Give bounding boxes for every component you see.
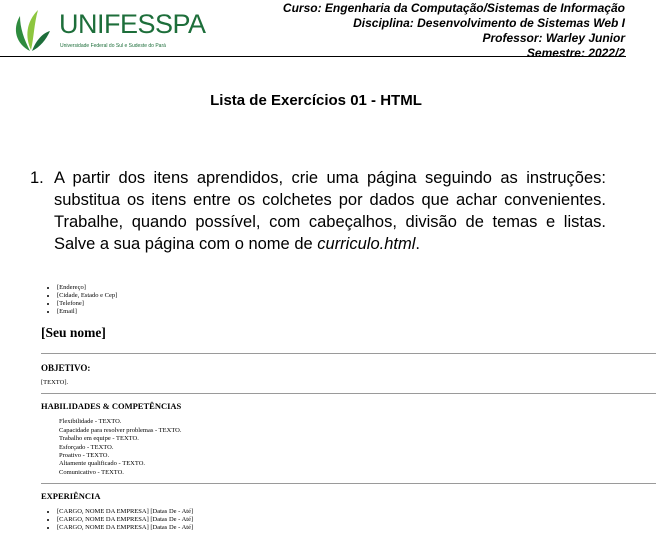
professor-line: Professor: Warley Junior (482, 31, 626, 45)
skills-title: HABILIDADES & COMPETÊNCIAS (41, 401, 182, 412)
experience-item: [CARGO, NOME DA EMPRESA] [Datas De - Até… (57, 516, 661, 524)
contact-city: [Cidade, Estado e Cep] (57, 292, 661, 300)
skill-item: Flexibilidade - TEXTO. (59, 418, 122, 426)
divider (41, 393, 656, 395)
divider (41, 483, 656, 485)
objective-text: [TEXTO]. (41, 379, 69, 386)
skill-item: Altamente qualificado - TEXTO. (59, 460, 146, 468)
course-info: Curso: Engenharia da Computação/Sistemas… (283, 1, 625, 61)
logo-text: UNIFESSPA (59, 9, 206, 39)
header-divider (0, 56, 626, 57)
semester-line: Semestre: 2022/2 (526, 46, 625, 60)
contact-email: [Email] (57, 308, 661, 316)
skill-item: Esforçado - TEXTO. (59, 443, 114, 451)
resume-example: [Endereço] [Cidade, Estado e Cep] [Telef… (41, 284, 661, 532)
question-text: A partir dos itens aprendidos, crie uma … (54, 167, 606, 255)
skill-item: Capacidade para resolver problemas - TEX… (59, 426, 182, 434)
discipline-line: Disciplina: Desenvolvimento de Sistemas … (353, 16, 625, 30)
contact-phone: [Telefone] (57, 300, 661, 308)
experience-item: [CARGO, NOME DA EMPRESA] [Datas De - Até… (57, 524, 661, 532)
divider (41, 353, 656, 354)
unifesspa-logo: UNIFESSPA Universidade Federal do Sul e … (12, 4, 206, 54)
objective-title: OBJETIVO: (41, 363, 91, 373)
logo-leaves-icon (15, 10, 50, 51)
resume-name: [Seu nome] (41, 325, 106, 340)
course-line: Curso: Engenharia da Computação/Sistemas… (282, 1, 625, 15)
contact-list: [Endereço] [Cidade, Estado e Cep] [Telef… (41, 284, 661, 316)
contact-address: [Endereço] (57, 284, 661, 292)
question-1: 1. A partir dos itens aprendidos, crie u… (30, 167, 606, 255)
skill-item: Comunicativo - TEXTO. (59, 468, 124, 476)
question-filename: curriculo.html (317, 235, 416, 253)
skills-list: Flexibilidade - TEXTO. Capacidade para r… (59, 418, 661, 477)
experience-list: [CARGO, NOME DA EMPRESA] [Datas De - Até… (41, 508, 661, 532)
experience-title: EXPERIÊNCIA (41, 491, 101, 502)
question-end: . (415, 235, 420, 253)
skill-item: Trabalho em equipe - TEXTO. (59, 435, 139, 443)
skill-item: Proativo - TEXTO. (59, 452, 110, 460)
question-number: 1. (30, 169, 44, 187)
document-title: Lista de Exercícios 01 - HTML (210, 92, 422, 109)
logo-subtitle: Universidade Federal do Sul e Sudeste do… (60, 43, 166, 49)
experience-item: [CARGO, NOME DA EMPRESA] [Datas De - Até… (57, 508, 661, 516)
